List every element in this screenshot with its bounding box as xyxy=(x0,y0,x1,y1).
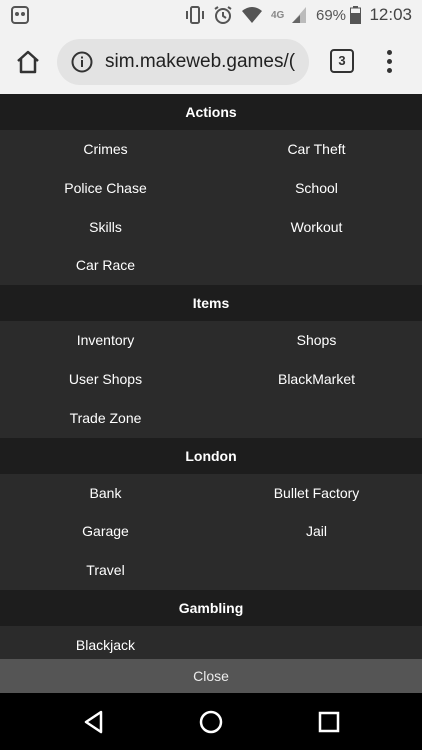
menu-section-items: Items Inventory Shops User Shops BlackMa… xyxy=(0,285,422,437)
network-type: 4G xyxy=(271,9,285,21)
menu-item-user-shops[interactable]: User Shops xyxy=(0,360,211,399)
alarm-icon xyxy=(214,6,232,24)
menu-item-trade-zone[interactable]: Trade Zone xyxy=(0,399,211,438)
menu-section-gambling: Gambling Blackjack xyxy=(0,589,422,659)
url-text[interactable]: sim.makeweb.games/( xyxy=(105,51,295,73)
section-header: Gambling xyxy=(0,589,422,626)
browser-toolbar: sim.makeweb.games/( 3 xyxy=(0,30,422,94)
menu-item-police-chase[interactable]: Police Chase xyxy=(0,169,211,208)
home-icon[interactable] xyxy=(14,48,42,76)
address-bar[interactable]: sim.makeweb.games/( xyxy=(57,39,309,85)
app-notification-icon xyxy=(11,6,29,24)
menu-item-garage[interactable]: Garage xyxy=(0,512,211,551)
clock: 12:03 xyxy=(369,5,412,24)
battery-icon xyxy=(350,6,362,24)
menu-section-london: London Bank Bullet Factory Garage Jail T… xyxy=(0,437,422,590)
system-nav-bar xyxy=(0,693,422,750)
section-header: London xyxy=(0,437,422,474)
back-icon[interactable] xyxy=(81,709,107,735)
menu-item-bank[interactable]: Bank xyxy=(0,474,211,513)
vibrate-icon xyxy=(186,6,204,24)
battery-percent: 69% xyxy=(316,6,347,24)
menu-item-school[interactable]: School xyxy=(211,169,422,208)
signal-icon xyxy=(292,7,307,23)
menu-item-workout[interactable]: Workout xyxy=(211,208,422,247)
home-nav-icon[interactable] xyxy=(198,709,224,735)
tab-switcher-button[interactable]: 3 xyxy=(330,49,354,73)
menu-item-skills[interactable]: Skills xyxy=(0,208,211,247)
menu-item-inventory[interactable]: Inventory xyxy=(0,321,211,360)
menu-item-blackmarket[interactable]: BlackMarket xyxy=(211,360,422,399)
recents-icon[interactable] xyxy=(316,709,342,735)
menu-item-car-race[interactable]: Car Race xyxy=(0,246,211,285)
menu-item-crimes[interactable]: Crimes xyxy=(0,130,211,169)
menu-item-car-theft[interactable]: Car Theft xyxy=(211,130,422,169)
info-icon[interactable] xyxy=(71,51,93,73)
overflow-menu-icon[interactable] xyxy=(380,48,400,76)
menu-item-bullet-factory[interactable]: Bullet Factory xyxy=(211,474,422,513)
section-header: Actions xyxy=(0,94,422,130)
wifi-icon xyxy=(242,7,262,23)
section-header: Items xyxy=(0,285,422,322)
status-bar: 4G 69% 12:03 xyxy=(0,0,422,30)
menu-item-travel[interactable]: Travel xyxy=(0,551,211,590)
menu-item-jail[interactable]: Jail xyxy=(211,512,422,551)
close-button[interactable]: Close xyxy=(0,659,422,693)
game-menu: Actions Crimes Car Theft Police Chase Sc… xyxy=(0,94,422,659)
menu-section-actions: Actions Crimes Car Theft Police Chase Sc… xyxy=(0,94,422,285)
menu-item-blackjack[interactable]: Blackjack xyxy=(0,626,211,659)
menu-item-shops[interactable]: Shops xyxy=(211,321,422,360)
